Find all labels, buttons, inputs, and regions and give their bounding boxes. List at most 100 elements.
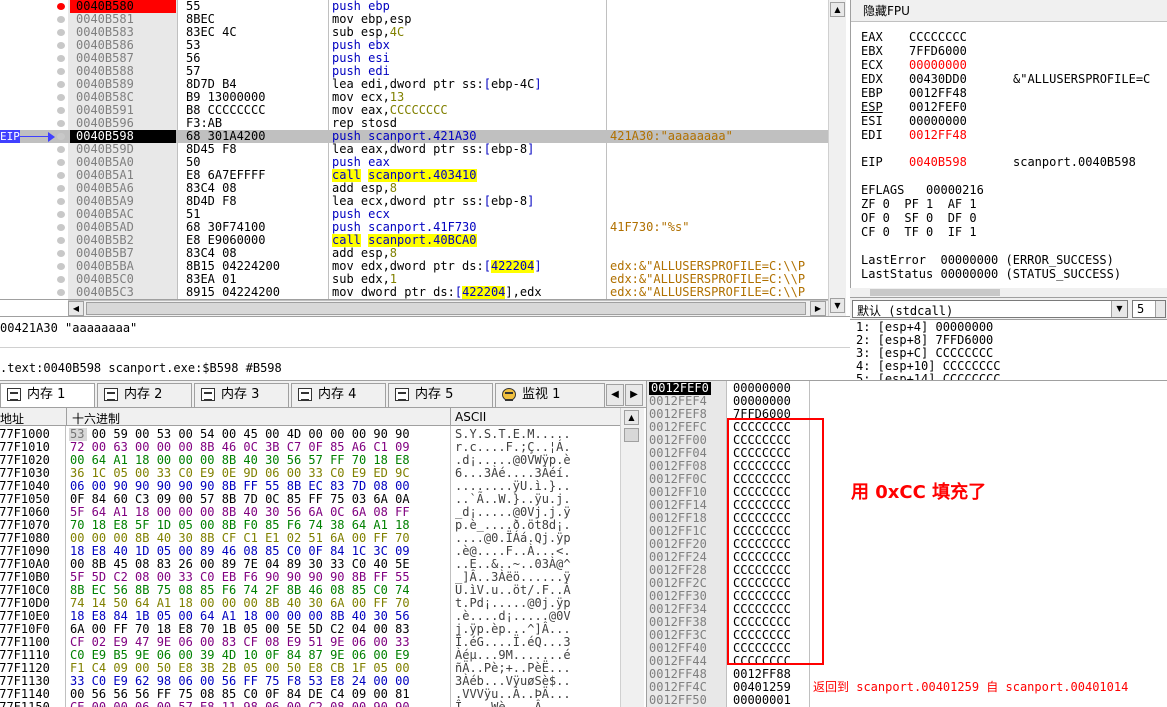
stack-row[interactable]: 0012FF04 CCCCCCCC: [647, 447, 1167, 460]
stack-row[interactable]: 0012FF1C CCCCCCCC: [647, 525, 1167, 538]
stack-row[interactable]: 0012FEF0 00000000: [647, 382, 1167, 395]
disasm-row[interactable]: 0040B58C B9 13000000 mov ecx,13: [0, 91, 828, 104]
breakpoint-dot-icon[interactable]: [57, 237, 65, 244]
breakpoint-dot-icon[interactable]: [57, 172, 65, 179]
breakpoint-dot-icon[interactable]: [57, 94, 65, 101]
disasm-row[interactable]: 0040B5C3 8915 04224200 mov dword ptr ds:[4…: [0, 286, 828, 299]
scroll-left-arrow-icon[interactable]: ◀: [68, 301, 84, 316]
disasm-row[interactable]: 0040B581 8BEC mov ebp,esp: [0, 13, 828, 26]
disassembly-scrollbar[interactable]: ▲ ▼: [828, 0, 846, 316]
disasm-row[interactable]: 0040B586 53 push ebx: [0, 39, 828, 52]
breakpoint-dot-icon[interactable]: [57, 120, 65, 127]
arg-count-spinner[interactable]: 5: [1132, 300, 1166, 318]
breakpoint-dot-icon[interactable]: [57, 263, 65, 270]
breakpoint-dot-icon[interactable]: [57, 55, 65, 62]
register-row[interactable]: EBP 0012FF48: [861, 86, 1013, 100]
disassembly-pane[interactable]: 0040B580 55 push ebp 0040B581 8BEC mov ebp,es…: [0, 0, 828, 300]
stack-pane[interactable]: 0012FEF0 00000000 0012FEF4 00000000 0012FEF8…: [646, 380, 1167, 707]
laststatus-row[interactable]: LastStatus 00000000 (STATUS_SUCCESS): [861, 267, 1121, 281]
stack-row[interactable]: 0012FEFC CCCCCCCC: [647, 421, 1167, 434]
breakpoint-dot-icon[interactable]: [57, 29, 65, 36]
register-row[interactable]: ESP 0012FEF0: [861, 100, 1013, 114]
dump-scrollbar[interactable]: ▲: [620, 408, 644, 707]
stack-row[interactable]: 0012FF20 CCCCCCCC: [647, 538, 1167, 551]
scroll-up-arrow-icon[interactable]: ▲: [830, 2, 845, 17]
stack-row[interactable]: 0012FF30 CCCCCCCC: [647, 590, 1167, 603]
disassembly-rows[interactable]: 0040B580 55 push ebp 0040B581 8BEC mov ebp,es…: [0, 0, 828, 299]
breakpoint-dot-icon[interactable]: [57, 81, 65, 88]
tab-scroll-right-icon[interactable]: ▶: [625, 384, 643, 406]
disasm-row[interactable]: 0040B5BA 8B15 04224200 mov edx,dword ptr d…: [0, 260, 828, 273]
stack-row[interactable]: 0012FF2C CCCCCCCC: [647, 577, 1167, 590]
breakpoint-dot-icon[interactable]: [57, 198, 65, 205]
stack-row[interactable]: 0012FF3C CCCCCCCC: [647, 629, 1167, 642]
stack-row[interactable]: 0012FEF8 7FFD6000: [647, 408, 1167, 421]
disasm-row[interactable]: 0040B5AD 68 30F74100 push scanport.41F730 4…: [0, 221, 828, 234]
register-row[interactable]: EDI 0012FF48: [861, 128, 1013, 142]
stack-row[interactable]: 0012FF00 CCCCCCCC: [647, 434, 1167, 447]
reg-hscroll-thumb[interactable]: [870, 289, 1000, 296]
stack-row[interactable]: 0012FF28 CCCCCCCC: [647, 564, 1167, 577]
breakpoint-dot-icon[interactable]: [57, 185, 65, 192]
tab-memory-4[interactable]: 内存 4: [291, 383, 386, 407]
disasm-row[interactable]: 0040B5A9 8D4D F8 lea ecx,dword ptr ss:[ebp…: [0, 195, 828, 208]
tab-memory-3[interactable]: 内存 3: [194, 383, 289, 407]
dump-scroll-thumb[interactable]: [624, 428, 639, 442]
disasm-row[interactable]: 0040B591 B8 CCCCCCCC mov eax,CCCCCCCC: [0, 104, 828, 117]
breakpoint-dot-icon[interactable]: [57, 250, 65, 257]
tab-memory-5[interactable]: 内存 5: [388, 383, 493, 407]
disasm-row[interactable]: 0040B596 F3:AB rep stosd: [0, 117, 828, 130]
disasm-row[interactable]: 0040B583 83EC 4C sub esp,4C: [0, 26, 828, 39]
disasm-row[interactable]: 0040B59D 8D45 F8 lea eax,dword ptr ss:[ebp…: [0, 143, 828, 156]
arguments-pane[interactable]: 1: [esp+4] 00000000 2: [esp+8] 7FFD6000 3:…: [850, 319, 1167, 380]
breakpoint-dot-icon[interactable]: [57, 224, 65, 231]
breakpoint-dot-icon[interactable]: [57, 16, 65, 23]
register-row[interactable]: ESI 00000000: [861, 114, 1013, 128]
flags-row[interactable]: OF 0 SF 0 DF 0: [861, 211, 977, 225]
register-row[interactable]: ECX 00000000: [861, 58, 1013, 72]
hscroll-thumb[interactable]: [86, 302, 806, 315]
breakpoint-dot-icon[interactable]: [57, 276, 65, 283]
disasm-row[interactable]: 0040B587 56 push esi: [0, 52, 828, 65]
breakpoint-dot-icon[interactable]: [57, 68, 65, 75]
breakpoint-dot-icon[interactable]: [57, 159, 65, 166]
registers-hscrollbar[interactable]: [850, 288, 1167, 297]
stack-row[interactable]: 0012FF38 CCCCCCCC: [647, 616, 1167, 629]
disasm-row[interactable]: 0040B5AC 51 push ecx: [0, 208, 828, 221]
chevron-down-icon[interactable]: ▼: [1111, 301, 1127, 317]
stack-row[interactable]: 0012FF4C 00401259 返回到 scanport.00401259 自 …: [647, 681, 1167, 694]
scroll-right-arrow-icon[interactable]: ▶: [810, 301, 826, 316]
dump-row[interactable]: 777F1150 CE 00 00 06 00 57 E8 11 98 06 00…: [0, 701, 620, 707]
callconv-select[interactable]: 默认 (stdcall) ▼: [852, 300, 1128, 318]
breakpoint-dot-icon[interactable]: [57, 289, 65, 296]
stack-row[interactable]: 0012FF34 CCCCCCCC: [647, 603, 1167, 616]
tab-watch-1[interactable]: 监视 1: [495, 383, 605, 407]
stack-row[interactable]: 0012FF08 CCCCCCCC: [647, 460, 1167, 473]
scroll-up-arrow-icon[interactable]: ▲: [624, 410, 639, 425]
disasm-row[interactable]: 0040B5A6 83C4 08 add esp,8: [0, 182, 828, 195]
disasm-row[interactable]: 0040B588 57 push edi: [0, 65, 828, 78]
breakpoint-dot-icon[interactable]: [57, 146, 65, 153]
hide-fpu-button[interactable]: 隐藏FPU: [851, 0, 1167, 22]
disasm-row[interactable]: 0040B5A1 E8 6A7EFFFF call scanport.403410: [0, 169, 828, 182]
breakpoint-dot-icon[interactable]: [57, 3, 65, 10]
stack-row[interactable]: 0012FF44 CCCCCCCC: [647, 655, 1167, 668]
eflags-row[interactable]: EFLAGS 00000216: [861, 183, 984, 197]
disasm-row[interactable]: 0040B5A0 50 push eax: [0, 156, 828, 169]
stack-row[interactable]: 0012FEF4 00000000: [647, 395, 1167, 408]
register-row[interactable]: EDX 00430DD0 &"ALLUSERSPROFILE=C: [861, 72, 1150, 86]
breakpoint-dot-icon[interactable]: [57, 107, 65, 114]
disasm-row[interactable]: 0040B598 68 301A4200 push scanport.421A30 4…: [0, 130, 828, 143]
breakpoint-dot-icon[interactable]: [57, 42, 65, 49]
register-row-eip[interactable]: EIP 0040B598 scanport.0040B598: [861, 155, 1136, 169]
stack-row[interactable]: 0012FF24 CCCCCCCC: [647, 551, 1167, 564]
disasm-row[interactable]: 0040B580 55 push ebp: [0, 0, 828, 13]
disasm-row[interactable]: 0040B5B2 E8 E9060000 call scanport.40BCA0: [0, 234, 828, 247]
lasterror-row[interactable]: LastError 00000000 (ERROR_SUCCESS): [861, 253, 1114, 267]
flags-row[interactable]: CF 0 TF 0 IF 1: [861, 225, 977, 239]
argument-row[interactable]: 5: [esp+14] CCCCCCCC: [856, 373, 1001, 381]
flags-row[interactable]: ZF 0 PF 1 AF 1: [861, 197, 977, 211]
tab-memory-2[interactable]: 内存 2: [97, 383, 192, 407]
memory-dump-pane[interactable]: 地址 十六进制 ASCII 777F100053 00 59 00 53 00 …: [0, 408, 620, 707]
stack-row[interactable]: 0012FF50 00000001: [647, 694, 1167, 707]
